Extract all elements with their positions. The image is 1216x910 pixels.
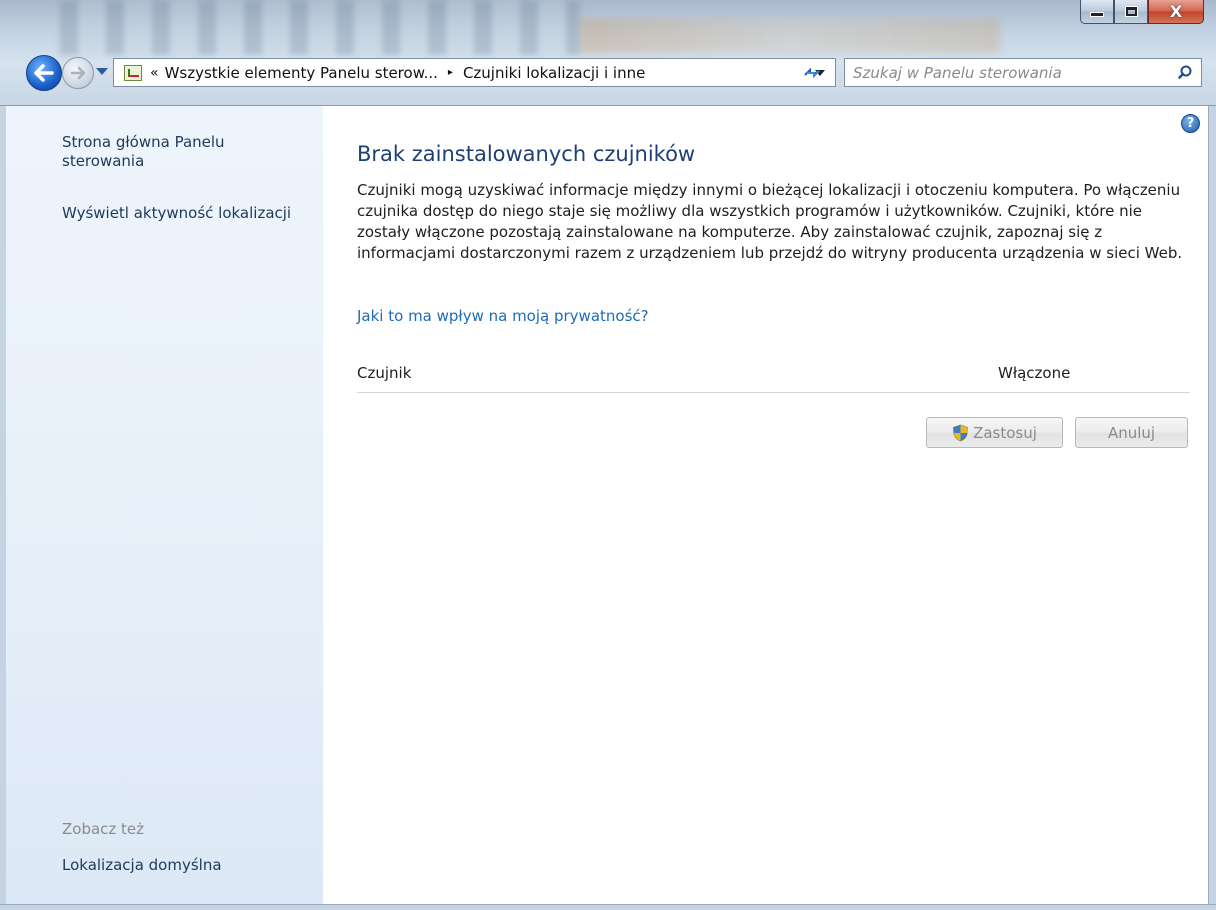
minimize-button[interactable] xyxy=(1080,0,1114,24)
column-header-sensor[interactable]: Czujnik xyxy=(357,364,411,382)
aero-glass-background xyxy=(60,0,580,55)
breadcrumb-separator-icon[interactable]: ▸ xyxy=(448,67,453,78)
refresh-icon xyxy=(804,67,820,78)
uac-shield-icon xyxy=(953,424,969,441)
search-input[interactable] xyxy=(853,63,1153,82)
sensor-table-header: Czujnik Włączone xyxy=(357,360,1190,393)
help-icon[interactable]: ? xyxy=(1181,114,1200,133)
apply-button-label: Zastosuj xyxy=(973,423,1037,442)
window-titlebar: X « Wszystkie elementy Panelu sterow... … xyxy=(0,0,1216,106)
maximize-icon xyxy=(1125,7,1137,16)
sidebar-link-default-location[interactable]: Lokalizacja domyślna xyxy=(62,856,222,875)
maximize-button[interactable] xyxy=(1114,0,1148,24)
forward-button[interactable] xyxy=(62,57,94,89)
aero-glass-background-2 xyxy=(580,18,1000,53)
page-title: Brak zainstalowanych czujników xyxy=(357,142,696,166)
breadcrumb-sensors[interactable]: Czujniki lokalizacji i inne xyxy=(463,64,645,82)
close-button[interactable]: X xyxy=(1148,0,1204,24)
address-bar[interactable]: « Wszystkie elementy Panelu sterow... ▸ … xyxy=(113,58,836,87)
breadcrumb-all-items[interactable]: Wszystkie elementy Panelu sterow... xyxy=(165,64,438,82)
caption-buttons: X xyxy=(1080,0,1204,24)
search-icon[interactable] xyxy=(1178,65,1192,79)
cancel-button-label: Anuluj xyxy=(1107,423,1156,442)
sidebar-link-control-panel-home[interactable]: Strona główna Panelu sterowania xyxy=(62,133,292,171)
sidebar-link-location-activity[interactable]: Wyświetl aktywność lokalizacji xyxy=(62,204,291,223)
back-button[interactable] xyxy=(26,55,62,91)
search-box[interactable] xyxy=(844,58,1202,87)
cancel-button[interactable]: Anuluj xyxy=(1075,417,1188,448)
arrow-left-icon xyxy=(34,64,54,82)
see-also-heading: Zobacz też xyxy=(62,820,145,838)
minimize-icon xyxy=(1090,12,1104,17)
task-pane: Strona główna Panelu sterowania Wyświetl… xyxy=(6,106,323,904)
overflow-chevron[interactable]: « xyxy=(150,65,159,81)
arrow-right-icon xyxy=(70,66,86,80)
privacy-link[interactable]: Jaki to ma wpływ na moją prywatność? xyxy=(357,307,649,325)
apply-button[interactable]: Zastosuj xyxy=(926,417,1063,448)
control-panel-icon xyxy=(124,64,142,81)
window-border-bottom xyxy=(0,904,1216,910)
column-header-enabled[interactable]: Włączone xyxy=(998,364,1070,382)
close-icon: X xyxy=(1169,2,1183,21)
refresh-button[interactable] xyxy=(797,59,827,86)
window-border-right xyxy=(1208,106,1216,904)
description-text: Czujniki mogą uzyskiwać informacje międz… xyxy=(357,181,1183,262)
recent-pages-dropdown[interactable] xyxy=(96,68,108,75)
